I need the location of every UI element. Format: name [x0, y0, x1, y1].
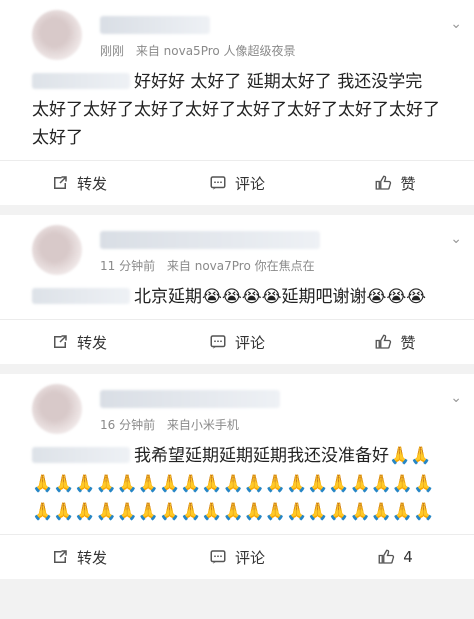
post-3: 16 分钟前 来自小米手机 ⌄ 我希望延期延期延期我还没准备好🙏🙏🙏🙏🙏🙏🙏🙏🙏…: [0, 374, 474, 579]
username-blurred[interactable]: [100, 390, 280, 408]
post-time: 16 分钟前: [100, 418, 156, 432]
comment-button[interactable]: 评论: [158, 173, 316, 194]
repost-button[interactable]: 转发: [0, 547, 158, 568]
post-meta: 刚刚 来自 nova5Pro 人像超级夜景: [100, 42, 296, 59]
avatar[interactable]: [32, 10, 82, 60]
post-time: 刚刚: [100, 44, 125, 58]
post-meta: 16 分钟前 来自小米手机: [100, 416, 239, 433]
thumbs-up-icon: [376, 175, 392, 190]
chevron-down-icon[interactable]: ⌄: [450, 231, 462, 247]
username-blurred[interactable]: [100, 231, 320, 249]
post-actions: 转发 评论 赞: [0, 319, 474, 364]
chevron-down-icon[interactable]: ⌄: [450, 390, 462, 406]
repost-label: 转发: [76, 333, 107, 352]
like-label: 赞: [400, 333, 416, 352]
repost-icon: [53, 176, 67, 189]
post-source: 来自 nova7Pro 你在焦点在: [166, 259, 315, 273]
post-header: 11 分钟前 来自 nova7Pro 你在焦点在 ⌄: [0, 215, 474, 275]
like-count: 4: [403, 548, 413, 566]
chevron-down-icon[interactable]: ⌄: [450, 16, 462, 32]
post-actions: 转发 评论 4: [0, 534, 474, 579]
mention-blurred: [32, 288, 130, 304]
avatar[interactable]: [32, 225, 82, 275]
mention-blurred: [32, 73, 130, 89]
comment-button[interactable]: 评论: [158, 332, 316, 353]
repost-label: 转发: [76, 548, 107, 567]
thumbs-up-icon: [376, 334, 392, 349]
post-1: 刚刚 来自 nova5Pro 人像超级夜景 ⌄ 好好好 太好了 延期太好了 我还…: [0, 0, 474, 205]
post-source: 来自小米手机: [166, 418, 239, 432]
comment-icon: [210, 335, 226, 349]
comment-label: 评论: [234, 174, 265, 193]
post-content: 我希望延期延期延期我还没准备好🙏🙏🙏🙏🙏🙏🙏🙏🙏🙏🙏🙏🙏🙏🙏🙏🙏🙏🙏🙏🙏🙏🙏🙏🙏…: [0, 432, 474, 534]
post-content: 好好好 太好了 延期太好了 我还没学完 太好了太好了太好了太好了太好了太好了太好…: [0, 58, 474, 160]
comment-icon: [210, 176, 226, 190]
post-source: 来自 nova5Pro 人像超级夜景: [135, 44, 296, 58]
comment-label: 评论: [234, 333, 265, 352]
post-actions: 转发 评论 赞: [0, 160, 474, 205]
comment-button[interactable]: 评论: [158, 547, 316, 568]
comment-icon: [210, 550, 226, 564]
post-time: 11 分钟前: [100, 259, 156, 273]
like-label: 赞: [400, 174, 416, 193]
username-blurred[interactable]: [100, 16, 210, 34]
post-content: 北京延期😭😭😭😭延期吧谢谢😭😭😭: [0, 273, 474, 319]
avatar[interactable]: [32, 384, 82, 434]
like-button[interactable]: 赞: [316, 332, 474, 353]
post-header: 16 分钟前 来自小米手机 ⌄: [0, 374, 474, 434]
mention-blurred: [32, 447, 130, 463]
repost-icon: [53, 335, 67, 348]
like-button[interactable]: 赞: [316, 173, 474, 194]
post-header: 刚刚 来自 nova5Pro 人像超级夜景 ⌄: [0, 0, 474, 60]
repost-button[interactable]: 转发: [0, 173, 158, 194]
repost-button[interactable]: 转发: [0, 332, 158, 353]
post-text: 北京延期😭😭😭😭延期吧谢谢😭😭😭: [134, 287, 427, 307]
comment-label: 评论: [234, 548, 265, 567]
thumbs-up-icon: [378, 549, 395, 564]
like-button[interactable]: 4: [316, 548, 474, 566]
post-2: 11 分钟前 来自 nova7Pro 你在焦点在 ⌄ 北京延期😭😭😭😭延期吧谢谢…: [0, 215, 474, 364]
repost-icon: [53, 550, 67, 563]
post-meta: 11 分钟前 来自 nova7Pro 你在焦点在: [100, 257, 315, 274]
repost-label: 转发: [76, 174, 107, 193]
